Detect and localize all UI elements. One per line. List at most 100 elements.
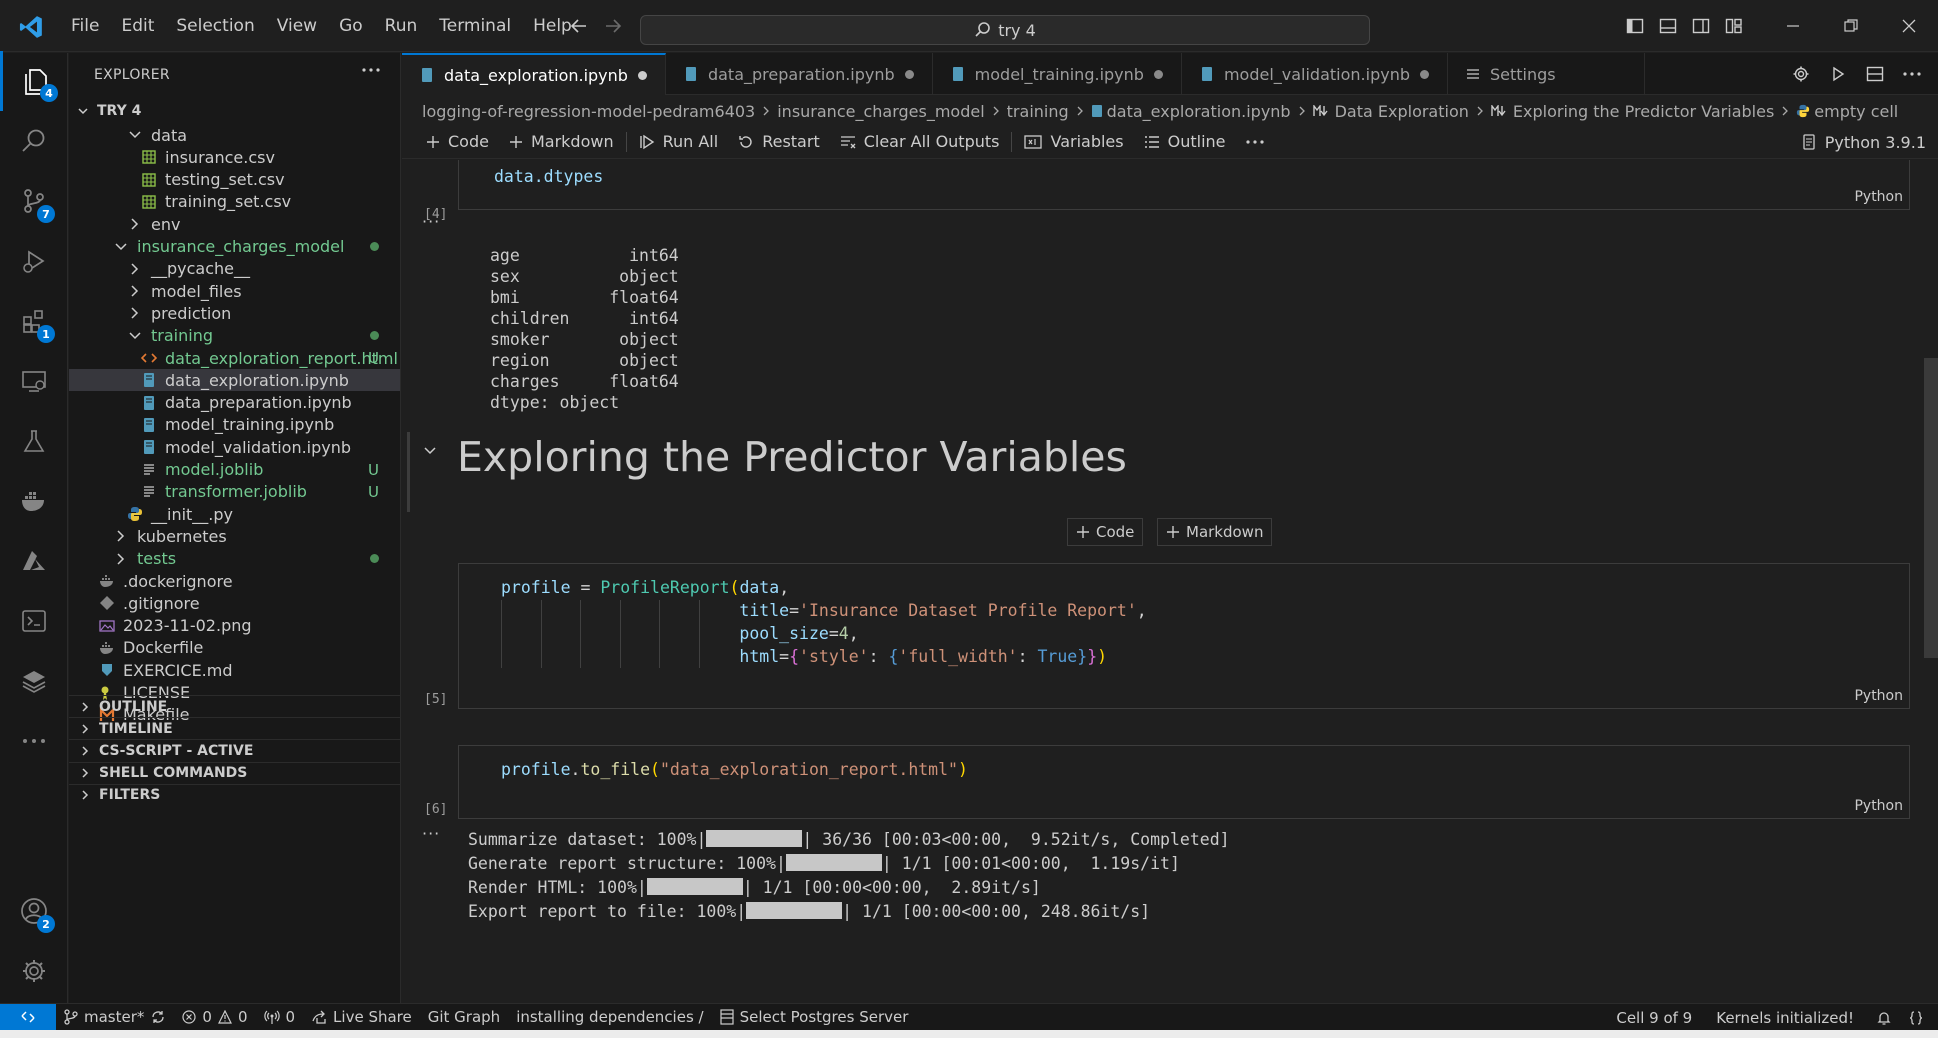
branch-indicator[interactable]: master* <box>56 1008 174 1026</box>
remote-indicator[interactable] <box>0 1003 56 1031</box>
ports-indicator[interactable]: 0 <box>256 1008 304 1026</box>
tree-item-model-validation-ipynb[interactable]: model_validation.ipynb <box>69 436 400 458</box>
kernel-status[interactable]: Kernels initialized! <box>1708 1009 1862 1027</box>
cell-language[interactable]: Python <box>1854 798 1903 814</box>
tree-item-kubernetes[interactable]: kubernetes <box>69 525 400 547</box>
output-more-icon[interactable]: ··· <box>422 212 440 231</box>
run-icon[interactable] <box>1821 59 1854 89</box>
menu-terminal[interactable]: Terminal <box>428 16 522 36</box>
unsaved-dot-icon[interactable] <box>1419 69 1429 79</box>
more-icon[interactable] <box>0 711 68 771</box>
tab-data-exploration-ipynb[interactable]: data_exploration.ipynb <box>402 53 666 95</box>
scrollbar-thumb[interactable] <box>1924 358 1938 658</box>
tree-item-testing-set-csv[interactable]: testing_set.csv <box>69 169 400 191</box>
tree-item-insurance-csv[interactable]: insurance.csv <box>69 146 400 168</box>
explorer-activity[interactable]: 4 <box>0 51 68 111</box>
breadcrumb-item[interactable]: empty cell <box>1796 102 1898 121</box>
search-activity-icon[interactable] <box>0 111 68 171</box>
add-markdown-cell-button[interactable]: Markdown <box>499 132 624 151</box>
output-more-icon[interactable]: ··· <box>422 824 440 843</box>
tree-item-model-files[interactable]: model_files <box>69 280 400 302</box>
tree-item-init-py[interactable]: __init__.py <box>69 503 400 525</box>
tree-item-pycache[interactable]: __pycache__ <box>69 258 400 280</box>
breadcrumb-item[interactable]: training <box>1007 102 1069 121</box>
clear-outputs-button[interactable]: Clear All Outputs <box>830 132 1010 151</box>
settings-gear-icon[interactable] <box>1784 59 1817 89</box>
outline-button[interactable]: Outline <box>1134 132 1236 151</box>
terminal-icon[interactable] <box>0 591 68 651</box>
unsaved-dot-icon[interactable] <box>1153 69 1163 79</box>
postgres-server-button[interactable]: Select Postgres Server <box>712 1008 917 1026</box>
tree-item-insurance-charges-model[interactable]: insurance_charges_model <box>69 236 400 258</box>
tab-model-training-ipynb[interactable]: model_training.ipynb <box>933 53 1182 95</box>
insert-markdown-cell-button[interactable]: Markdown <box>1157 518 1273 546</box>
tree-item-2023-11-02-png[interactable]: 2023-11-02.png <box>69 615 400 637</box>
code-cell-4[interactable]: data.dtypes Python <box>458 160 1910 210</box>
cell-language[interactable]: Python <box>1854 189 1903 205</box>
tree-item-prediction[interactable]: prediction <box>69 302 400 324</box>
command-center-search[interactable]: try 4 <box>640 15 1370 45</box>
tree-item-data-preparation-ipynb[interactable]: data_preparation.ipynb <box>69 392 400 414</box>
workspace-root[interactable]: TRY 4 <box>69 97 400 124</box>
breadcrumb-item[interactable]: Data Exploration <box>1312 102 1469 121</box>
problems-indicator[interactable]: 00 <box>174 1008 255 1026</box>
breadcrumb-item[interactable]: Exploring the Predictor Variables <box>1491 102 1774 121</box>
arrow-right-icon[interactable] <box>602 15 624 37</box>
cell-5-code[interactable]: profile = ProfileReport(data, title='Ins… <box>501 576 1147 668</box>
arrow-left-icon[interactable] <box>568 15 590 37</box>
collapse-chevron-icon[interactable] <box>422 442 438 458</box>
add-code-cell-button[interactable]: Code <box>416 132 499 151</box>
cell-language[interactable]: Python <box>1854 688 1903 704</box>
insert-code-cell-button[interactable]: Code <box>1067 518 1144 546</box>
menu-file[interactable]: File <box>60 16 110 36</box>
more-actions-icon[interactable] <box>362 67 380 73</box>
accounts-icon[interactable]: 2 <box>0 881 68 941</box>
section-timeline[interactable]: TIMELINE <box>69 717 400 739</box>
notifications-bell-icon[interactable] <box>1868 1010 1900 1026</box>
tree-item-data-exploration-ipynb[interactable]: data_exploration.ipynb <box>69 369 400 392</box>
layers-icon[interactable] <box>0 651 68 711</box>
restart-button[interactable]: Restart <box>728 132 830 151</box>
close-window-icon[interactable] <box>1880 0 1938 52</box>
customize-layout-icon[interactable] <box>1717 11 1750 41</box>
menu-selection[interactable]: Selection <box>165 16 265 36</box>
cell-position[interactable]: Cell 9 of 9 <box>1608 1009 1700 1027</box>
section-shell-commands[interactable]: SHELL COMMANDS <box>69 761 400 784</box>
tree-item-exercice-md[interactable]: EXERCICE.md <box>69 659 400 681</box>
toolbar-more-icon[interactable] <box>1236 139 1274 145</box>
breadcrumb-item[interactable]: logging-of-regression-model-pedram6403 <box>422 102 755 121</box>
section-cs-script-active[interactable]: CS-SCRIPT - ACTIVE <box>69 739 400 761</box>
toggle-secondary-sidebar-icon[interactable] <box>1684 11 1717 41</box>
tree-item-env[interactable]: env <box>69 213 400 235</box>
tree-item-dockerfile[interactable]: Dockerfile <box>69 637 400 659</box>
unsaved-dot-icon[interactable] <box>904 69 914 79</box>
menu-go[interactable]: Go <box>328 16 374 36</box>
toggle-panel-icon[interactable] <box>1651 11 1684 41</box>
section-filters[interactable]: FILTERS <box>69 783 400 806</box>
editor-more-icon[interactable] <box>1895 59 1928 89</box>
minimize-icon[interactable] <box>1764 0 1822 52</box>
tree-item-tests[interactable]: tests <box>69 548 400 570</box>
remote-explorer-icon[interactable] <box>0 351 68 411</box>
menu-edit[interactable]: Edit <box>110 16 165 36</box>
tree-item-model-joblib[interactable]: model.joblib U <box>69 459 400 481</box>
menu-view[interactable]: View <box>266 16 328 36</box>
section-outline[interactable]: OUTLINE <box>69 695 400 717</box>
tree-item-training[interactable]: training <box>69 325 400 347</box>
sync-icon[interactable] <box>150 1009 166 1025</box>
tab-data-preparation-ipynb[interactable]: data_preparation.ipynb <box>666 53 933 95</box>
code-cell-5[interactable]: profile = ProfileReport(data, title='Ins… <box>458 563 1910 709</box>
source-control-icon[interactable]: 7 <box>0 171 68 231</box>
tree-item-data[interactable]: data <box>69 124 400 146</box>
unsaved-dot-icon[interactable] <box>637 70 647 80</box>
tree-item-dockerignore[interactable]: .dockerignore <box>69 570 400 592</box>
testing-flask-icon[interactable] <box>0 411 68 471</box>
settings-gear-icon[interactable] <box>0 941 68 1001</box>
live-share-button[interactable]: Live Share <box>303 1008 420 1026</box>
tree-item-model-training-ipynb[interactable]: model_training.ipynb <box>69 414 400 436</box>
variables-button[interactable]: Variables <box>1014 132 1133 151</box>
restore-icon[interactable] <box>1822 0 1880 52</box>
toggle-primary-sidebar-icon[interactable] <box>1618 11 1651 41</box>
extensions-icon[interactable]: 1 <box>0 291 68 351</box>
tree-item-transformer-joblib[interactable]: transformer.joblib U <box>69 481 400 503</box>
